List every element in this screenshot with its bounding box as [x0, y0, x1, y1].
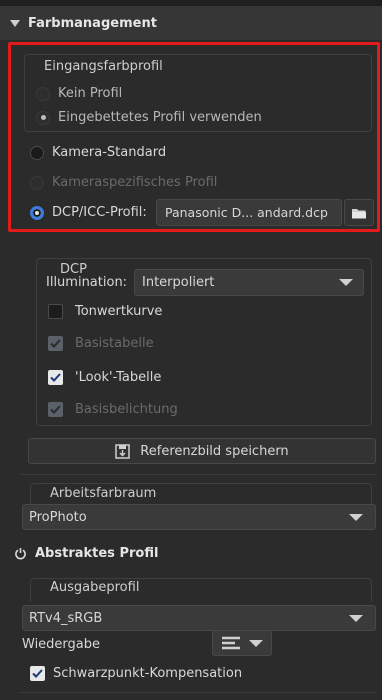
checkbox-black-point[interactable]: Schwarzpunkt-Kompensation — [30, 666, 242, 681]
checkbox-look-table[interactable]: 'Look'-Tabelle — [48, 370, 161, 385]
abstract-profile-header[interactable]: Abstraktes Profil — [14, 546, 158, 561]
save-reference-button[interactable]: Referenzbild speichern — [28, 438, 376, 464]
chevron-down-icon — [339, 279, 353, 286]
bottom-divider — [20, 692, 376, 693]
checkmark-icon — [50, 339, 61, 348]
checkbox-tone-curve-box[interactable] — [48, 304, 63, 319]
checkbox-base-exposure-label: Basisbelichtung — [75, 402, 178, 417]
illumination-value: Interpoliert — [142, 275, 215, 290]
checkmark-icon — [32, 669, 43, 678]
intent-label: Wiedergabe — [22, 637, 101, 652]
rendering-intent-icon — [222, 636, 240, 650]
illumination-label: Illumination: — [46, 275, 128, 290]
chevron-down-icon — [349, 614, 363, 622]
abstract-profile-label: Abstraktes Profil — [35, 546, 159, 561]
chevron-down-icon — [349, 513, 363, 521]
checkbox-look-table-label: 'Look'-Tabelle — [75, 370, 162, 385]
working-space-value: ProPhoto — [29, 509, 87, 525]
working-space-dropdown[interactable]: ProPhoto — [22, 504, 376, 530]
checkbox-base-table[interactable]: Basistabelle — [48, 336, 154, 351]
output-profile-group-label: Ausgabeprofil — [50, 580, 140, 595]
checkbox-base-table-box[interactable] — [48, 336, 63, 351]
panel-header-farbmanagement[interactable]: Farbmanagement — [0, 6, 382, 40]
collapse-triangle-icon[interactable] — [10, 19, 20, 27]
checkmark-icon — [50, 373, 61, 382]
output-profile-value: RTv4_sRGB — [29, 610, 103, 626]
power-icon[interactable] — [14, 547, 27, 560]
illumination-dropdown[interactable]: Interpoliert — [134, 269, 364, 296]
highlight-box — [8, 42, 380, 232]
checkbox-look-table-box[interactable] — [48, 370, 63, 385]
working-space-group-label: Arbeitsfarbraum — [50, 486, 157, 501]
checkmark-icon — [50, 405, 61, 414]
save-icon — [115, 443, 131, 459]
intent-dropdown[interactable] — [212, 630, 272, 656]
checkbox-base-exposure-box[interactable] — [48, 402, 63, 417]
checkbox-tone-curve[interactable]: Tonwertkurve — [48, 304, 162, 319]
checkbox-base-exposure[interactable]: Basisbelichtung — [48, 402, 178, 417]
output-profile-dropdown[interactable]: RTv4_sRGB — [22, 605, 376, 631]
chevron-down-icon — [249, 639, 263, 647]
checkbox-tone-curve-label: Tonwertkurve — [75, 304, 163, 319]
panel-title: Farbmanagement — [28, 15, 157, 31]
checkbox-black-point-label: Schwarzpunkt-Kompensation — [53, 666, 243, 681]
checkbox-base-table-label: Basistabelle — [75, 336, 154, 351]
divider — [20, 474, 376, 475]
save-reference-label: Referenzbild speichern — [140, 443, 289, 459]
checkbox-black-point-box[interactable] — [30, 666, 45, 681]
